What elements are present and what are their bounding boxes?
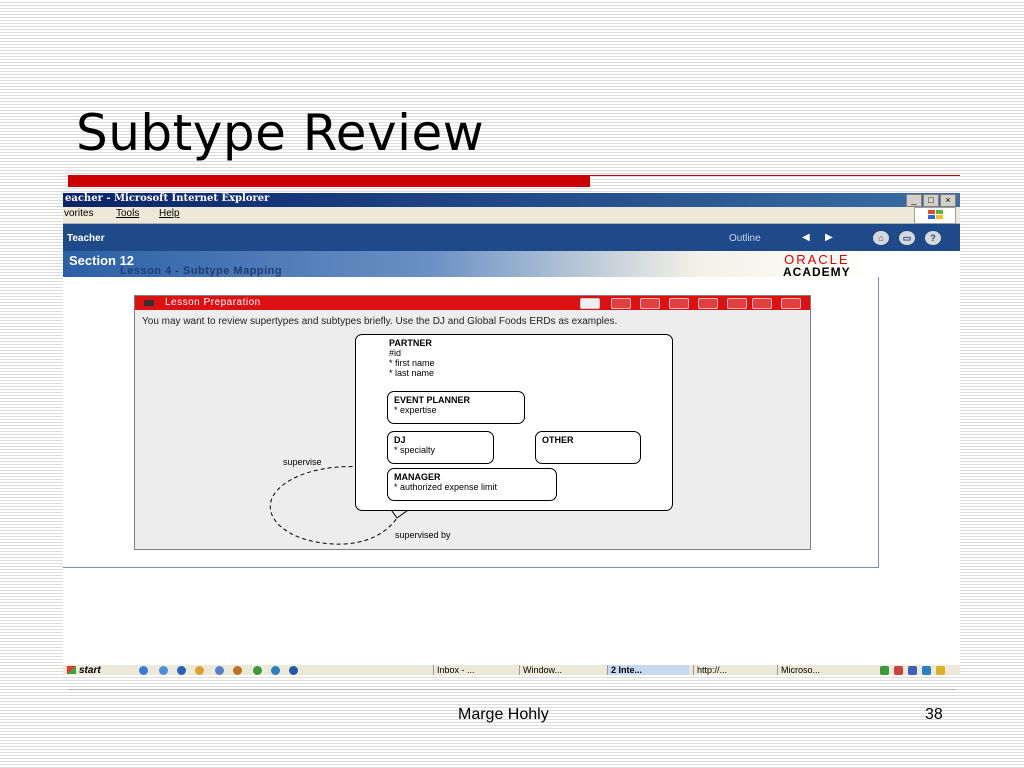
taskbar-button-inbox[interactable]: Inbox - ... xyxy=(433,665,519,675)
prev-page-icon[interactable]: ◀ xyxy=(802,232,810,243)
entity-name: DJ xyxy=(394,435,406,445)
entity-dj: DJ * specialty xyxy=(387,431,494,464)
windows-flag-icon xyxy=(67,666,76,674)
help-icon[interactable]: ? xyxy=(925,231,941,245)
entity-name: PARTNER xyxy=(389,338,432,348)
minimize-button[interactable]: _ xyxy=(906,194,922,207)
entity-event-planner: EVENT PLANNER * expertise xyxy=(387,391,525,424)
start-label: start xyxy=(79,665,101,675)
relationship-label-supervise: supervise xyxy=(283,457,322,467)
title-underline-bar xyxy=(68,175,590,187)
entity-attribute: * expertise xyxy=(394,405,437,415)
browser-window-title: eacher - Microsoft Internet Explorer xyxy=(65,193,270,204)
entity-manager: MANAGER * authorized expense limit xyxy=(387,468,557,501)
lesson-preparation-panel: Lesson Preparation You may want to revie… xyxy=(134,295,811,550)
tray-network-icon[interactable] xyxy=(880,666,889,675)
menu-help[interactable]: Help xyxy=(159,208,180,219)
embedded-screenshot: eacher - Microsoft Internet Explorer _ □… xyxy=(63,193,960,675)
footer-author: Marge Hohly xyxy=(458,706,549,723)
quicklaunch-app-icon[interactable] xyxy=(233,666,242,675)
taskbar-button-microsoft[interactable]: Microso... xyxy=(777,665,863,675)
system-tray xyxy=(870,665,960,675)
quicklaunch-media-icon[interactable] xyxy=(177,666,186,675)
lesson-title: Lesson 4 - Subtype Mapping xyxy=(120,265,283,277)
title-underline-rule xyxy=(590,175,960,176)
menu-tools[interactable]: Tools xyxy=(116,208,139,219)
quicklaunch-messenger-icon[interactable] xyxy=(215,666,224,675)
menu-favorites[interactable]: vorites xyxy=(64,208,93,219)
entity-attribute: * specialty xyxy=(394,445,436,455)
glossary-icon[interactable]: ▭ xyxy=(899,231,915,245)
start-button[interactable]: start xyxy=(65,665,117,675)
quicklaunch-desktop-icon[interactable] xyxy=(139,666,148,675)
tray-app-icon[interactable] xyxy=(936,666,945,675)
app-name: Teacher xyxy=(67,233,105,244)
tray-alert-icon[interactable] xyxy=(894,666,903,675)
entity-other: OTHER xyxy=(535,431,641,464)
quicklaunch-music-icon[interactable] xyxy=(253,666,262,675)
oracle-academy-logo: ORACLE ACADEMY xyxy=(783,253,851,278)
close-button[interactable]: × xyxy=(940,194,956,207)
quicklaunch-web-icon[interactable] xyxy=(289,666,298,675)
footer-page-number: 38 xyxy=(925,706,943,723)
windows-logo-icon xyxy=(914,207,956,224)
browser-title-bar: eacher - Microsoft Internet Explorer _ □… xyxy=(63,193,960,207)
entity-attribute: * authorized expense limit xyxy=(394,482,498,492)
home-icon[interactable]: ⌂ xyxy=(873,231,889,245)
taskbar-button-http[interactable]: http://... xyxy=(693,665,773,675)
maximize-button[interactable]: □ xyxy=(923,194,939,207)
entity-attribute: * first name xyxy=(389,358,435,368)
entity-name: MANAGER xyxy=(394,472,441,482)
entity-name: EVENT PLANNER xyxy=(394,395,471,405)
slide-title: Subtype Review xyxy=(76,104,485,162)
quicklaunch-outlook-icon[interactable] xyxy=(195,666,204,675)
quicklaunch-network-icon[interactable] xyxy=(271,666,280,675)
browser-menu-bar: vorites Tools Help xyxy=(63,207,960,224)
taskbar-button-internet-explorer[interactable]: 2 Inte... xyxy=(607,665,689,675)
footer-divider xyxy=(68,689,956,690)
app-header: Teacher Outline ◀ ▶ ⌂ ▭ ? xyxy=(63,224,960,251)
taskbar-button-windows[interactable]: Window... xyxy=(519,665,602,675)
entity-attribute: #id xyxy=(389,348,402,358)
entity-name: OTHER xyxy=(542,435,574,445)
section-banner: Section 12 Lesson 4 - Subtype Mapping xyxy=(63,251,878,277)
outline-link[interactable]: Outline xyxy=(729,233,761,244)
tray-display-icon[interactable] xyxy=(922,666,931,675)
next-page-icon[interactable]: ▶ xyxy=(825,232,833,243)
relationship-label-supervised-by: supervised by xyxy=(395,530,451,540)
windows-taskbar: start Inbox - ... Window... 2 Inte... ht… xyxy=(63,664,960,675)
quicklaunch-ie-icon[interactable] xyxy=(159,666,168,675)
tray-volume-icon[interactable] xyxy=(908,666,917,675)
window-controls: _ □ × xyxy=(906,194,956,207)
entity-attribute: * last name xyxy=(389,368,435,378)
